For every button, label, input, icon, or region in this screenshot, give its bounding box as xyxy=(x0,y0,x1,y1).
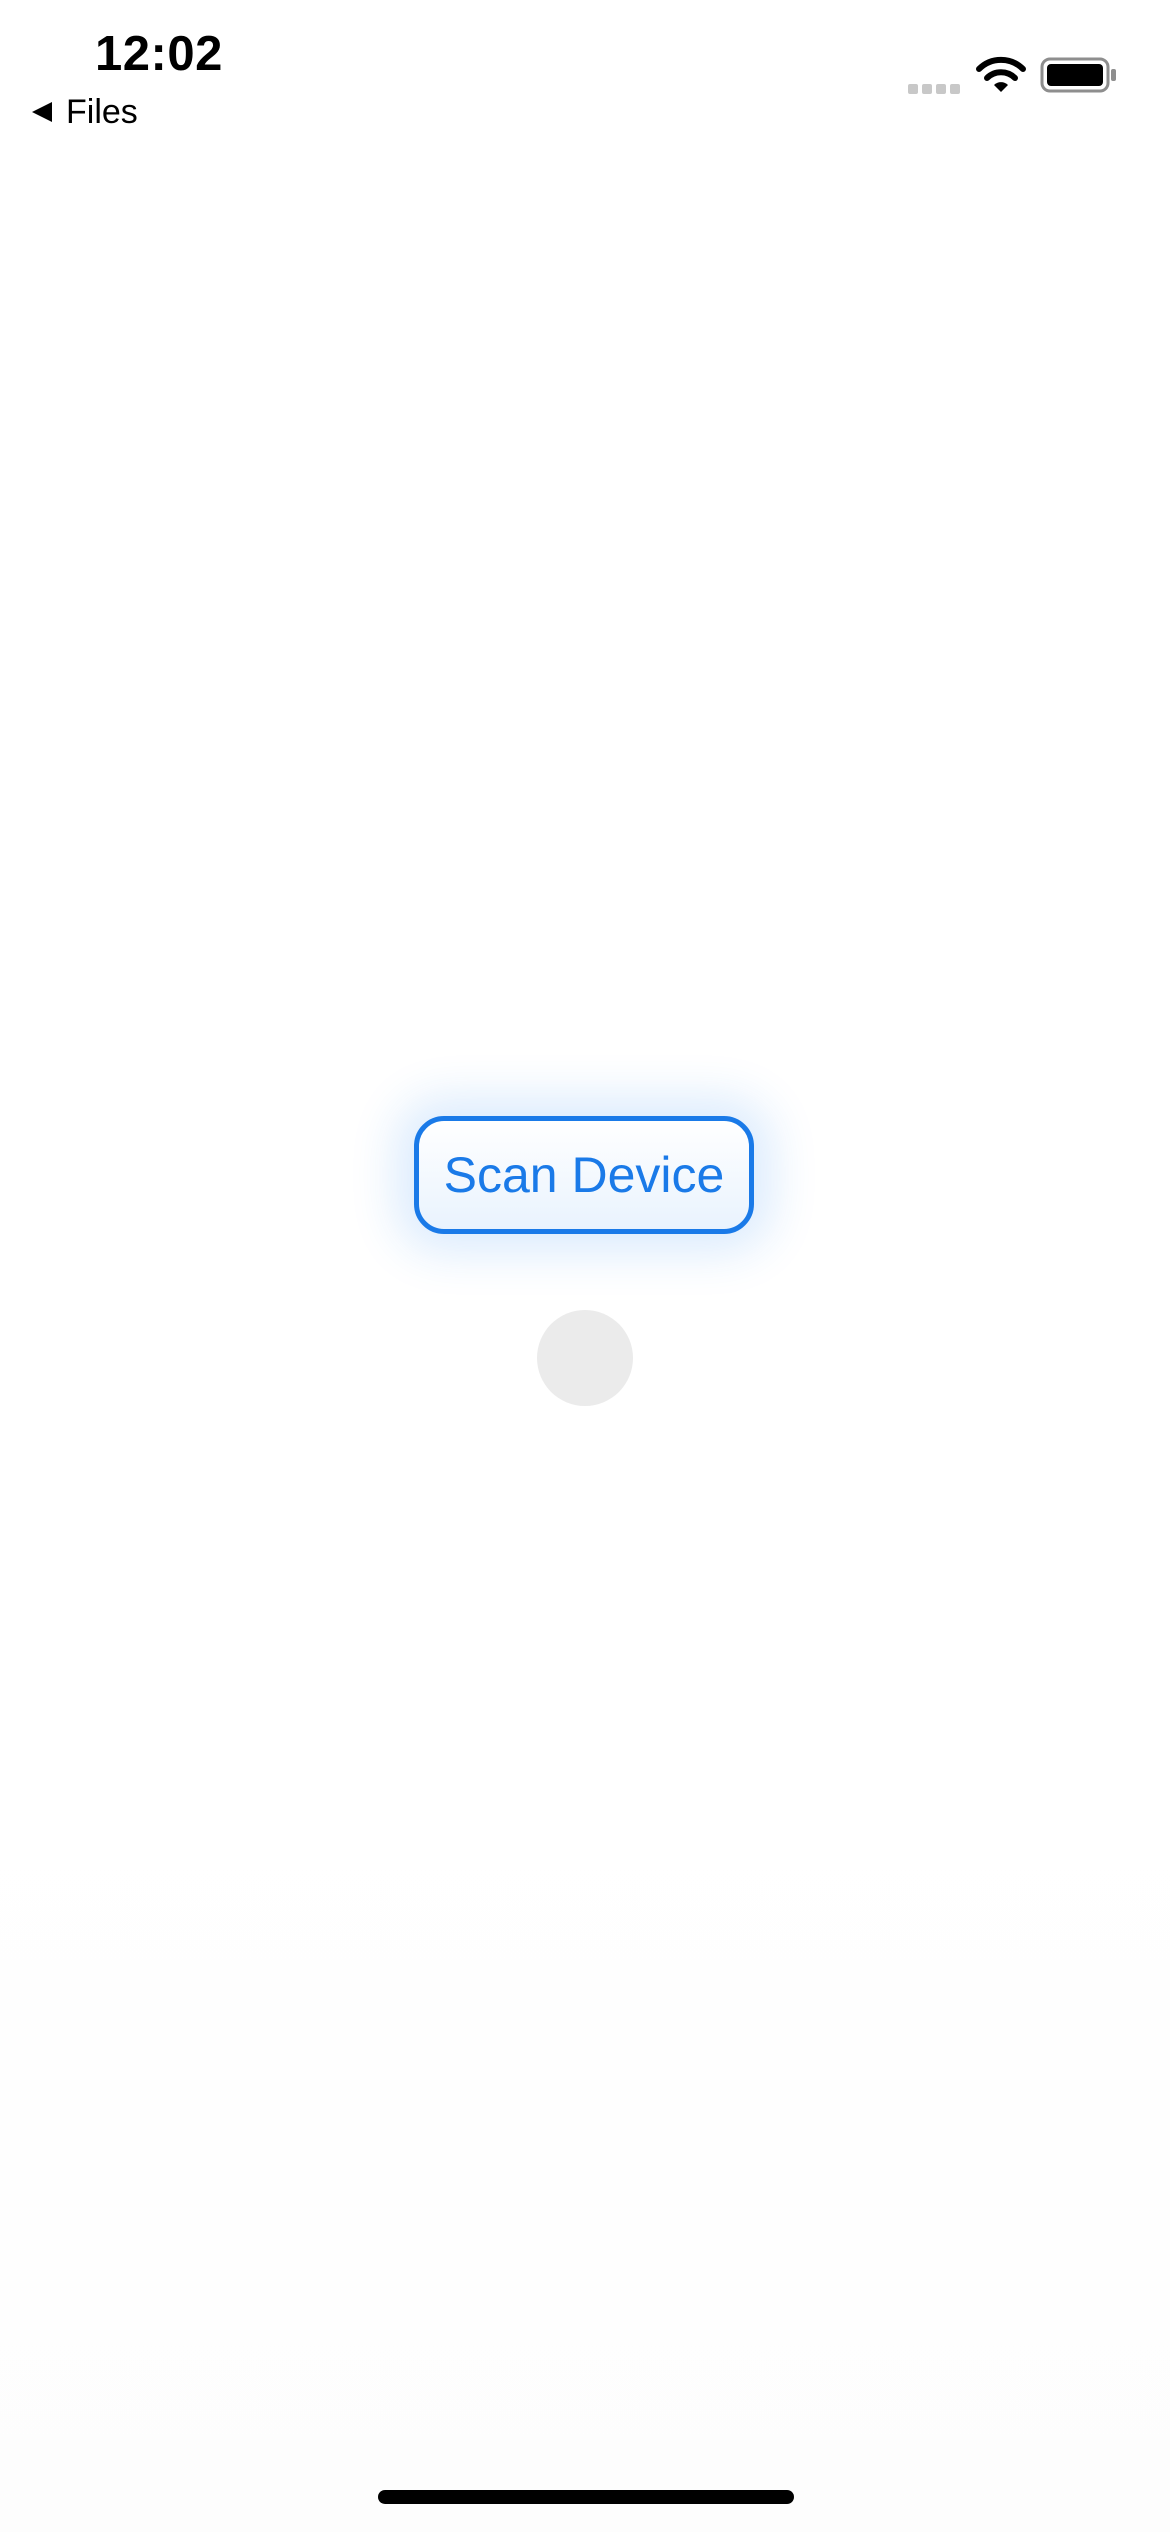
back-label: Files xyxy=(66,92,138,131)
scan-device-button[interactable]: Scan Device xyxy=(414,1116,754,1234)
home-indicator[interactable] xyxy=(378,2490,794,2504)
back-triangle-icon xyxy=(32,102,52,122)
cellular-signal-icon xyxy=(908,84,960,94)
battery-icon xyxy=(1040,57,1116,93)
back-to-files-button[interactable]: Files xyxy=(30,90,138,134)
loading-indicator xyxy=(537,1310,633,1406)
status-time: 12:02 xyxy=(95,27,223,81)
wifi-icon xyxy=(976,56,1026,92)
